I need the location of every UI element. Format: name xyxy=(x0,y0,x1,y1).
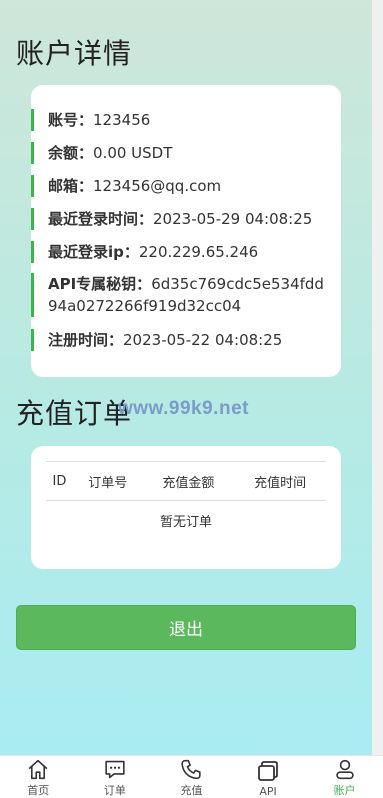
info-key: 最近登录ip： xyxy=(48,243,139,261)
bottom-tab-bar: 首页 订单 充值 API 账户 xyxy=(0,755,383,798)
column-amount: 充值金额 xyxy=(142,461,235,501)
info-key: 邮箱： xyxy=(48,177,94,195)
phone-icon xyxy=(181,759,202,780)
tab-account[interactable]: 账户 xyxy=(306,756,383,798)
info-row-last-login-time: 最近登录时间：2023-05-29 04:08:25 xyxy=(31,208,328,230)
tab-recharge[interactable]: 充值 xyxy=(153,756,230,798)
info-row-register-time: 注册时间：2023-05-22 04:08:25 xyxy=(31,329,328,351)
info-key: 账号： xyxy=(48,111,94,129)
info-row-account: 账号：123456 xyxy=(31,109,328,131)
tab-orders[interactable]: 订单 xyxy=(77,756,154,798)
info-key: 最近登录时间： xyxy=(48,210,154,228)
info-key: 注册时间： xyxy=(48,331,124,349)
scrollbar[interactable] xyxy=(372,0,383,755)
column-order-no: 订单号 xyxy=(72,461,143,501)
info-value: 2023-05-22 04:08:25 xyxy=(123,331,283,349)
tab-label: 订单 xyxy=(103,784,126,797)
page-background: 账户详情 账号：123456 余额：0.00 USDT 邮箱：123456@qq… xyxy=(0,0,372,755)
table-row: 暂无订单 xyxy=(46,501,326,540)
orders-table: ID 订单号 充值金额 充值时间 暂无订单 xyxy=(46,461,326,539)
tab-label: API xyxy=(259,785,277,798)
info-row-email: 邮箱：123456@qq.com xyxy=(31,175,328,197)
logout-button[interactable]: 退出 xyxy=(16,605,356,650)
tab-home[interactable]: 首页 xyxy=(0,756,77,798)
info-row-api-key: API专属秘钥：6d35c769cdc5e534fdd94a0272266f91… xyxy=(31,273,328,317)
user-icon xyxy=(335,759,354,780)
empty-orders-text: 暂无订单 xyxy=(159,514,212,530)
info-key: 余额： xyxy=(48,144,94,162)
info-value: 0.00 USDT xyxy=(93,144,173,162)
orders-card: ID 订单号 充值金额 充值时间 暂无订单 xyxy=(31,446,341,569)
watermark: www.99k9.net xyxy=(118,398,249,419)
cards-icon xyxy=(258,761,278,781)
info-row-last-login-ip: 最近登录ip：220.229.65.246 xyxy=(31,241,328,263)
tab-label: 账户 xyxy=(333,784,356,797)
tab-label: 首页 xyxy=(27,784,50,797)
account-details-title: 账户详情 xyxy=(16,37,133,70)
tab-label: 充值 xyxy=(180,784,203,797)
info-value: 220.229.65.246 xyxy=(138,243,259,261)
info-value: 2023-05-29 04:08:25 xyxy=(153,210,313,228)
column-id: ID xyxy=(46,461,73,501)
info-key: API专属秘钥： xyxy=(48,275,152,293)
recharge-orders-title: 充值订单 xyxy=(16,397,133,430)
info-value: 123456 xyxy=(93,111,151,129)
chat-icon xyxy=(105,760,125,779)
info-value: 123456@qq.com xyxy=(93,177,222,195)
home-icon xyxy=(28,759,48,780)
column-time: 充值时间 xyxy=(234,461,326,501)
tab-api[interactable]: API xyxy=(230,756,307,798)
table-header-row: ID 订单号 充值金额 充值时间 xyxy=(46,461,326,501)
info-row-balance: 余额：0.00 USDT xyxy=(31,142,328,164)
account-info-card: 账号：123456 余额：0.00 USDT 邮箱：123456@qq.com … xyxy=(31,85,341,377)
